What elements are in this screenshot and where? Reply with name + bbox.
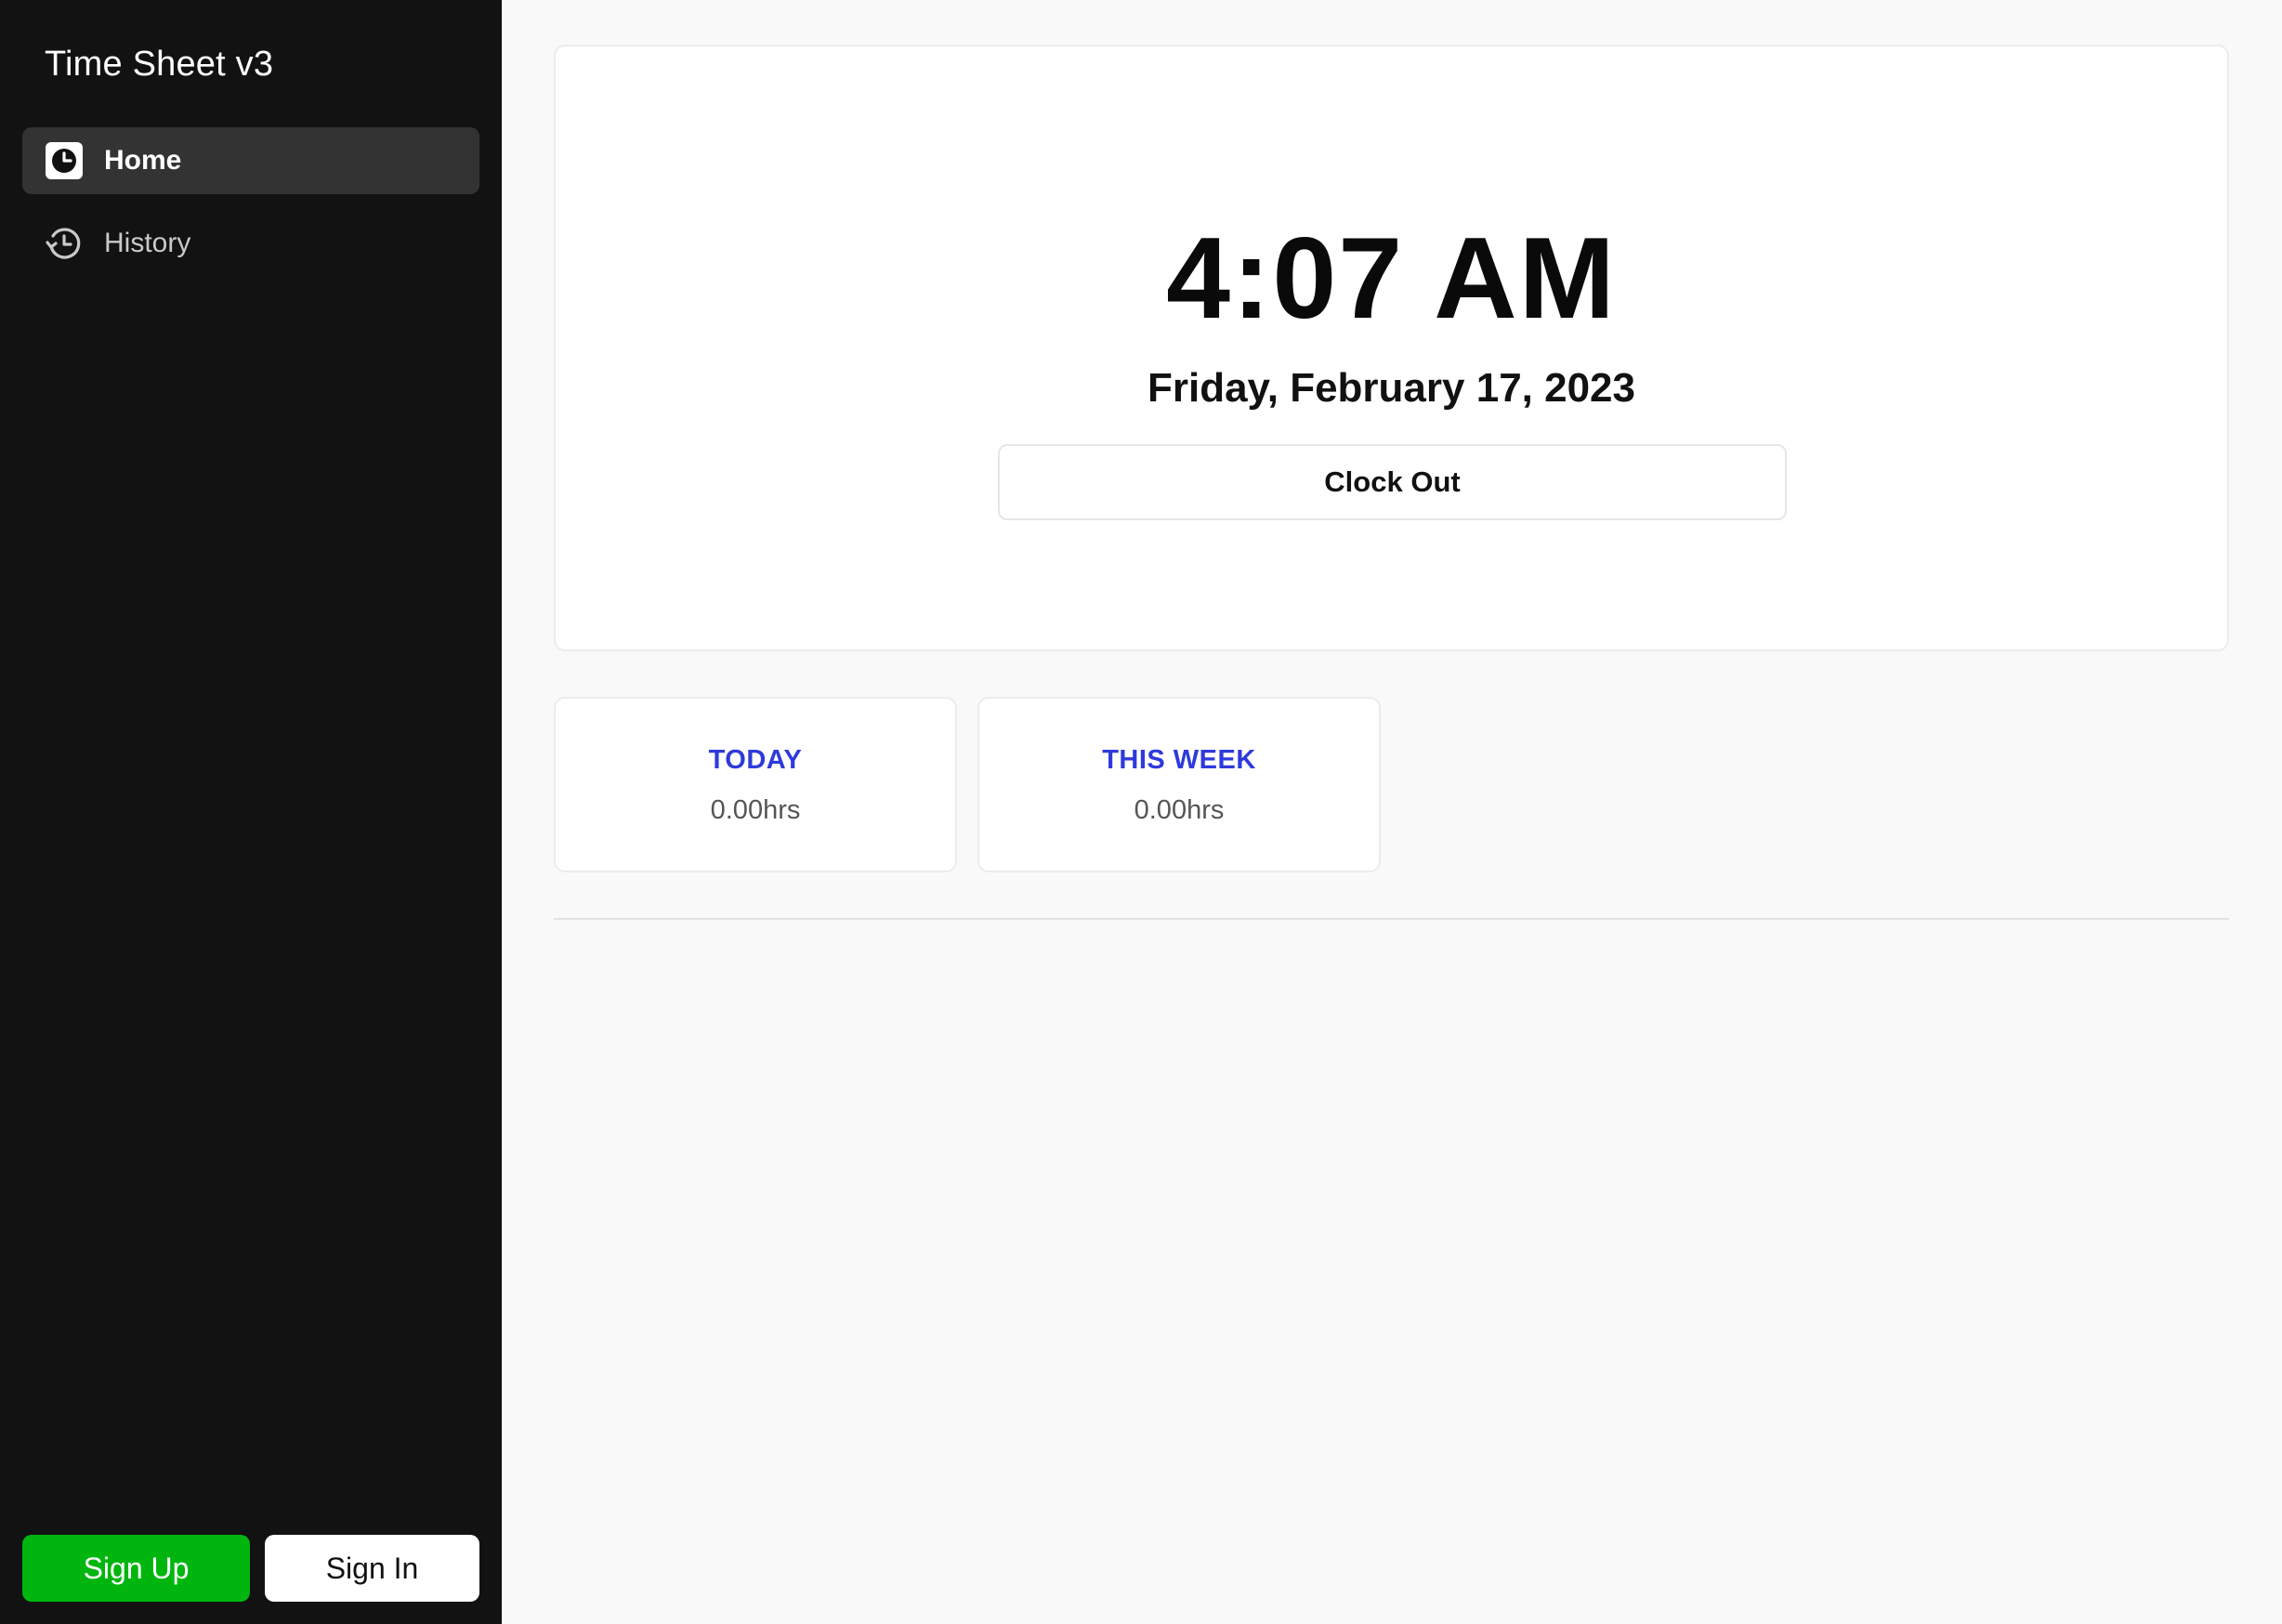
stat-label: TODAY (708, 745, 803, 775)
sidebar-item-history[interactable]: History (22, 210, 479, 277)
divider (554, 918, 2229, 920)
history-icon (45, 224, 84, 263)
sign-in-button[interactable]: Sign In (265, 1535, 479, 1602)
sidebar-item-label: History (104, 228, 191, 258)
stat-value: 0.00hrs (710, 795, 801, 825)
current-date: Friday, February 17, 2023 (1147, 365, 1635, 411)
app-root: Time Sheet v3 Home History Sign Up Sign … (0, 0, 2282, 1624)
sign-up-button[interactable]: Sign Up (22, 1535, 250, 1602)
sidebar-item-label: Home (104, 145, 182, 176)
clock-card: 4:07 AM Friday, February 17, 2023 Clock … (554, 45, 2229, 651)
current-time: 4:07 AM (1166, 215, 1617, 343)
sidebar-item-home[interactable]: Home (22, 127, 479, 194)
clock-icon (45, 141, 84, 180)
stat-label: THIS WEEK (1102, 745, 1256, 775)
app-title: Time Sheet v3 (45, 45, 274, 84)
clock-out-button[interactable]: Clock Out (998, 444, 1787, 520)
sidebar: Time Sheet v3 Home History Sign Up Sign … (0, 0, 502, 1624)
stat-value: 0.00hrs (1134, 795, 1225, 825)
stat-card-today: TODAY 0.00hrs (554, 697, 957, 872)
stat-card-this-week: THIS WEEK 0.00hrs (977, 697, 1381, 872)
